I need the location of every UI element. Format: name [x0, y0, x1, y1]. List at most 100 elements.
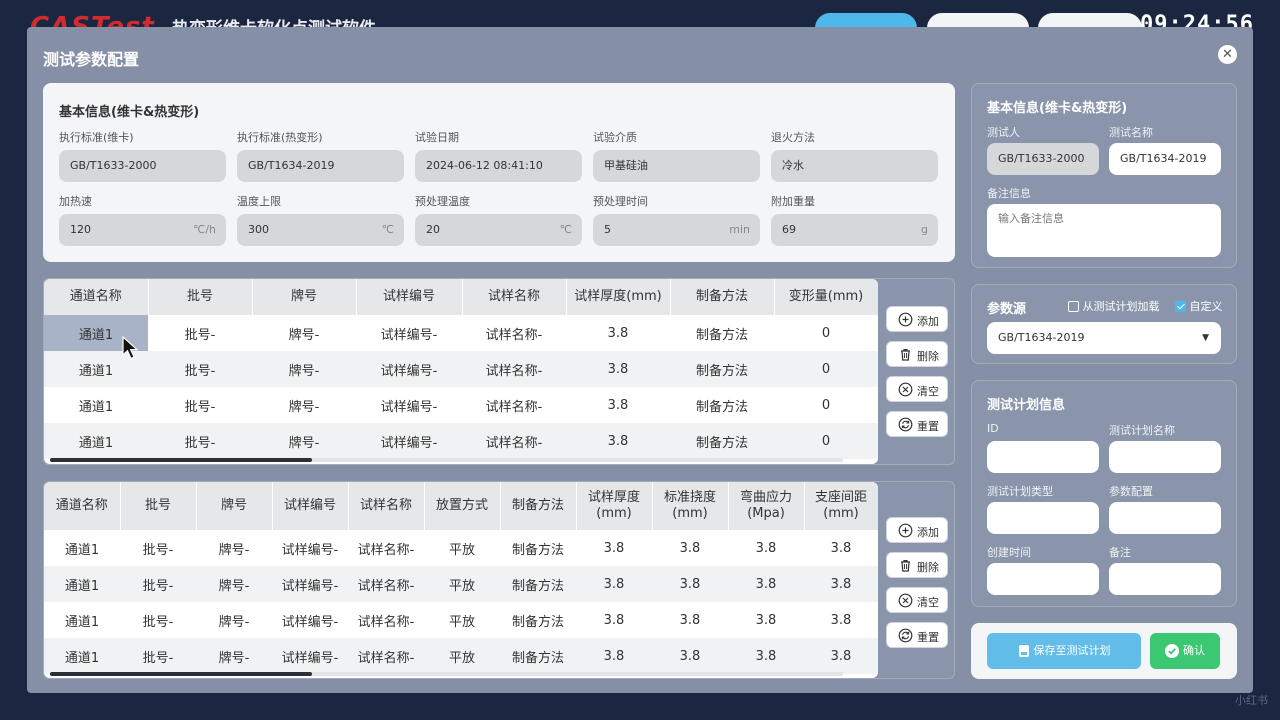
- column-header[interactable]: 制备方法: [670, 279, 775, 315]
- table-cell[interactable]: 3.8: [566, 315, 670, 351]
- table-cell[interactable]: 3.8: [652, 602, 728, 638]
- table-cell[interactable]: 0: [774, 387, 878, 423]
- basic-field-input[interactable]: 69 g: [771, 214, 938, 246]
- table-cell[interactable]: 平放: [424, 530, 500, 566]
- table-cell[interactable]: 牌号-: [196, 566, 272, 602]
- table-cell[interactable]: 试样编号-: [272, 566, 348, 602]
- table-cell[interactable]: 通道1: [44, 530, 120, 566]
- table-row[interactable]: 通道1 批号- 牌号- 试样编号- 试样名称- 3.8 制备方法 0: [44, 423, 878, 459]
- table-row[interactable]: 通道1 批号- 牌号- 试样编号- 试样名称- 平放 制备方法 3.8 3.8 3.8 3.8: [44, 566, 878, 602]
- table-cell[interactable]: 批号-: [148, 423, 252, 459]
- table-cell[interactable]: 试样名称-: [348, 566, 424, 602]
- table-row[interactable]: 通道1 批号- 牌号- 试样编号- 试样名称- 平放 制备方法 3.8 3.8 3.8 3.8: [44, 602, 878, 638]
- table-cell[interactable]: 牌号-: [196, 530, 272, 566]
- table-cell[interactable]: 通道1: [44, 387, 148, 423]
- table-cell[interactable]: 试样名称-: [462, 387, 566, 423]
- table-cell[interactable]: 平放: [424, 638, 500, 674]
- table-row[interactable]: 通道1 批号- 牌号- 试样编号- 试样名称- 3.8 制备方法 0: [44, 315, 878, 351]
- table-cell[interactable]: 平放: [424, 566, 500, 602]
- table-cell[interactable]: 牌号-: [252, 315, 356, 351]
- table-cell[interactable]: 3.8: [566, 423, 670, 459]
- table-cell[interactable]: 批号-: [148, 351, 252, 387]
- table-cell[interactable]: 批号-: [120, 602, 196, 638]
- basic-field-input[interactable]: 甲基硅油: [593, 150, 760, 182]
- column-header[interactable]: 牌号: [252, 279, 357, 315]
- column-header[interactable]: 试样编号: [356, 279, 463, 315]
- table-cell[interactable]: 制备方法: [670, 387, 774, 423]
- column-header[interactable]: 牌号: [196, 482, 273, 530]
- plan-type-input[interactable]: [987, 502, 1099, 534]
- load-from-plan-option[interactable]: 从测试计划加载: [1068, 298, 1160, 314]
- table-cell[interactable]: 3.8: [652, 530, 728, 566]
- table-cell[interactable]: 批号-: [148, 315, 252, 351]
- test-name-input[interactable]: GB/T1634-2019: [1109, 143, 1221, 175]
- basic-field-input[interactable]: 300 ℃: [237, 214, 404, 246]
- table-cell[interactable]: 试样名称-: [462, 423, 566, 459]
- table2-reset-button[interactable]: 重置: [886, 622, 948, 648]
- column-header[interactable]: 制备方法: [500, 482, 577, 530]
- table-cell[interactable]: 3.8: [576, 638, 652, 674]
- table-cell[interactable]: 牌号-: [252, 423, 356, 459]
- table-cell[interactable]: 3.8: [576, 530, 652, 566]
- table-cell[interactable]: 3.8: [804, 530, 878, 566]
- plan-note-input[interactable]: [1109, 563, 1221, 595]
- column-header[interactable]: 标准挠度(mm): [652, 482, 729, 530]
- table-cell[interactable]: 制备方法: [500, 530, 576, 566]
- basic-field-input[interactable]: 2024-06-12 08:41:10: [415, 150, 582, 182]
- table2-delete-button[interactable]: 删除: [886, 552, 948, 578]
- table-cell[interactable]: 3.8: [728, 602, 804, 638]
- table1-delete-button[interactable]: 删除: [886, 341, 948, 367]
- table-cell[interactable]: 制备方法: [500, 566, 576, 602]
- param-source-select[interactable]: GB/T1634-2019 ▼: [987, 322, 1221, 354]
- column-header[interactable]: 试样名称: [462, 279, 567, 315]
- table-cell[interactable]: 试样编号-: [272, 638, 348, 674]
- table-cell[interactable]: 试样编号-: [356, 315, 462, 351]
- table-cell[interactable]: 制备方法: [670, 423, 774, 459]
- column-header[interactable]: 试样厚度(mm): [576, 482, 653, 530]
- save-to-plan-button[interactable]: 保存至测试计划: [987, 633, 1141, 669]
- table-cell[interactable]: 0: [774, 423, 878, 459]
- table-cell[interactable]: 批号-: [148, 387, 252, 423]
- table-cell[interactable]: 3.8: [576, 566, 652, 602]
- tester-input[interactable]: GB/T1633-2000: [987, 143, 1099, 175]
- table-row[interactable]: 通道1 批号- 牌号- 试样编号- 试样名称- 3.8 制备方法 0: [44, 387, 878, 423]
- table-cell[interactable]: 试样编号-: [272, 602, 348, 638]
- table-cell[interactable]: 通道1: [44, 638, 120, 674]
- table-cell[interactable]: 试样编号-: [356, 423, 462, 459]
- table-cell[interactable]: 试样编号-: [272, 530, 348, 566]
- table-cell[interactable]: 牌号-: [252, 351, 356, 387]
- table-cell[interactable]: 通道1: [44, 566, 120, 602]
- table-cell[interactable]: 3.8: [566, 387, 670, 423]
- table2-scrollbar[interactable]: [50, 672, 843, 676]
- table-row[interactable]: 通道1 批号- 牌号- 试样编号- 试样名称- 3.8 制备方法 0: [44, 351, 878, 387]
- basic-field-input[interactable]: 冷水: [771, 150, 938, 182]
- table-cell[interactable]: 制备方法: [670, 351, 774, 387]
- table2-clear-button[interactable]: 清空: [886, 587, 948, 613]
- custom-option[interactable]: 自定义: [1175, 298, 1223, 314]
- table-cell[interactable]: 制备方法: [500, 638, 576, 674]
- table-cell[interactable]: 批号-: [120, 638, 196, 674]
- table-cell[interactable]: 通道1: [44, 423, 148, 459]
- basic-field-input[interactable]: 20 ℃: [415, 214, 582, 246]
- table-cell[interactable]: 批号-: [120, 530, 196, 566]
- table-cell[interactable]: 3.8: [652, 638, 728, 674]
- table-cell[interactable]: 制备方法: [670, 315, 774, 351]
- plan-created-input[interactable]: [987, 563, 1099, 595]
- table1-add-button[interactable]: 添加: [886, 306, 948, 332]
- column-header[interactable]: 弯曲应力(Mpa): [728, 482, 805, 530]
- table-cell[interactable]: 3.8: [728, 530, 804, 566]
- table-cell[interactable]: 制备方法: [500, 602, 576, 638]
- column-header[interactable]: 支座间距(mm): [804, 482, 878, 530]
- table-cell[interactable]: 3.8: [804, 602, 878, 638]
- table-cell[interactable]: 试样编号-: [356, 387, 462, 423]
- table1-scrollbar[interactable]: [50, 458, 843, 462]
- column-header[interactable]: 变形量(mm): [774, 279, 878, 315]
- column-header[interactable]: 试样编号: [272, 482, 349, 530]
- table-cell[interactable]: 试样名称-: [348, 638, 424, 674]
- table-cell[interactable]: 牌号-: [196, 638, 272, 674]
- table-cell[interactable]: 试样名称-: [462, 351, 566, 387]
- table-cell[interactable]: 牌号-: [196, 602, 272, 638]
- confirm-button[interactable]: 确认: [1150, 633, 1220, 669]
- table-cell[interactable]: 试样编号-: [356, 351, 462, 387]
- custom-checkbox[interactable]: [1175, 300, 1186, 312]
